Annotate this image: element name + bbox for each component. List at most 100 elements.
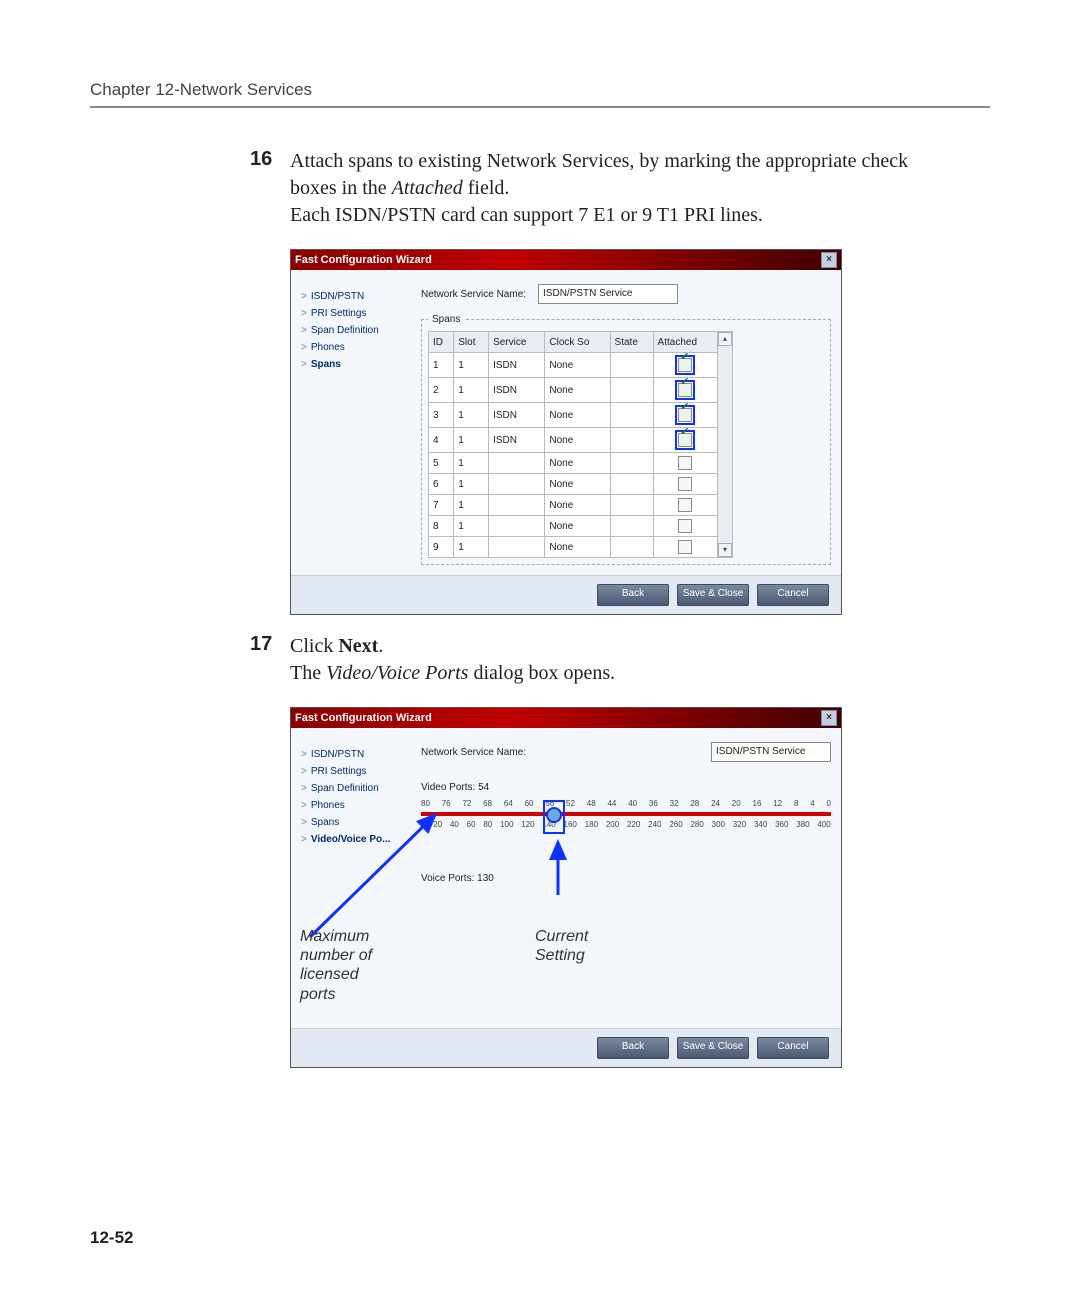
tick-label: 320 [733,820,746,829]
step-17: 17 Click Next. The Video/Voice Ports dia… [250,633,990,687]
ports-slider[interactable]: 807672686460565248444036322824201612840 … [421,799,831,859]
step-number: 17 [250,633,286,656]
tick-label: 4 [810,799,814,808]
cell [610,453,653,474]
column-header[interactable]: Attached [653,332,717,353]
sidebar-item[interactable]: >Span Definition [301,780,405,797]
tick-label: 0 [826,799,830,808]
table-row: 81None [429,516,718,537]
table-row: 41ISDNNone [429,428,718,453]
table-row: 11ISDNNone [429,353,718,378]
chevron-icon: > [301,342,307,353]
chevron-icon: > [301,291,307,302]
highlight-box [675,380,695,400]
cancel-button[interactable]: Cancel [757,584,829,606]
cell [610,537,653,558]
attached-checkbox[interactable] [678,498,692,512]
text: field. [463,177,510,199]
sidebar-item[interactable]: >Spans [301,814,405,831]
tick-label: 72 [462,799,471,808]
annotation-current-label: Current Setting [535,927,588,965]
attached-checkbox[interactable] [678,540,692,554]
attached-checkbox[interactable] [678,383,692,397]
slider-track[interactable] [421,812,831,816]
sidebar-item[interactable]: >ISDN/PSTN [301,288,405,305]
sidebar-item[interactable]: >ISDN/PSTN [301,746,405,763]
attached-checkbox[interactable] [678,477,692,491]
tick-label: 24 [711,799,720,808]
column-header[interactable]: ID [429,332,454,353]
scroll-up-icon[interactable]: ▴ [718,332,732,346]
attached-checkbox[interactable] [678,358,692,372]
sidebar-item[interactable]: >PRI Settings [301,763,405,780]
close-icon[interactable]: × [821,252,837,268]
tick-label: 40 [628,799,637,808]
column-header[interactable]: State [610,332,653,353]
text: Click [290,635,338,657]
column-header[interactable]: Clock So [545,332,610,353]
table-row: 71None [429,495,718,516]
cell-attached [653,403,717,428]
cell [610,403,653,428]
cell: None [545,516,610,537]
cell: 1 [454,378,489,403]
cell: 3 [429,403,454,428]
wizard-title: Fast Configuration Wizard [295,254,432,266]
tick-label: 52 [566,799,575,808]
cell [489,495,545,516]
table-row: 91None [429,537,718,558]
attached-checkbox[interactable] [678,408,692,422]
cell-attached [653,378,717,403]
table-row: 21ISDNNone [429,378,718,403]
cell: 6 [429,474,454,495]
cancel-button[interactable]: Cancel [757,1037,829,1059]
chevron-icon: > [301,783,307,794]
tick-label: 380 [796,820,809,829]
tick-label: 100 [500,820,513,829]
slider-thumb[interactable] [546,807,562,823]
sidebar-item[interactable]: >Video/Voice Po... [301,831,405,848]
column-header[interactable]: Service [489,332,545,353]
cell-attached [653,353,717,378]
back-button[interactable]: Back [597,1037,669,1059]
chapter-header: Chapter 12-Network Services [90,80,990,100]
cell: 7 [429,495,454,516]
tick-label: 16 [753,799,762,808]
text: The [290,662,326,684]
scroll-down-icon[interactable]: ▾ [718,543,732,557]
scrollbar[interactable]: ▴ ▾ [718,331,733,558]
sidebar-item[interactable]: >Spans [301,356,405,373]
tick-label: 360 [775,820,788,829]
attached-checkbox[interactable] [678,433,692,447]
tick-label: 80 [421,799,430,808]
service-name-input[interactable]: ISDN/PSTN Service [538,284,678,304]
tick-label: 260 [669,820,682,829]
back-button[interactable]: Back [597,584,669,606]
cell-attached [653,537,717,558]
tick-label: 400 [817,820,830,829]
table-row: 51None [429,453,718,474]
tick-label: 40 [450,820,459,829]
sidebar-item[interactable]: >Span Definition [301,322,405,339]
text: . [378,635,383,657]
cell: 2 [429,378,454,403]
attached-checkbox[interactable] [678,456,692,470]
wizard-main: Network Service Name: ISDN/PSTN Service … [411,728,841,1028]
column-header[interactable]: Slot [454,332,489,353]
save-button[interactable]: Save & Close [677,1037,749,1059]
chevron-icon: > [301,308,307,319]
cell [489,537,545,558]
tick-label: 200 [606,820,619,829]
service-name-input[interactable]: ISDN/PSTN Service [711,742,831,762]
cell: 1 [454,428,489,453]
sidebar-item[interactable]: >Phones [301,339,405,356]
spans-table: IDSlotServiceClock SoStateAttached 11ISD… [428,331,718,558]
sidebar-item[interactable]: >PRI Settings [301,305,405,322]
step-16: 16 Attach spans to existing Network Serv… [250,148,990,229]
tick-label: 64 [504,799,513,808]
close-icon[interactable]: × [821,710,837,726]
attached-checkbox[interactable] [678,519,692,533]
save-button[interactable]: Save & Close [677,584,749,606]
sidebar-item[interactable]: >Phones [301,797,405,814]
cell: ISDN [489,428,545,453]
